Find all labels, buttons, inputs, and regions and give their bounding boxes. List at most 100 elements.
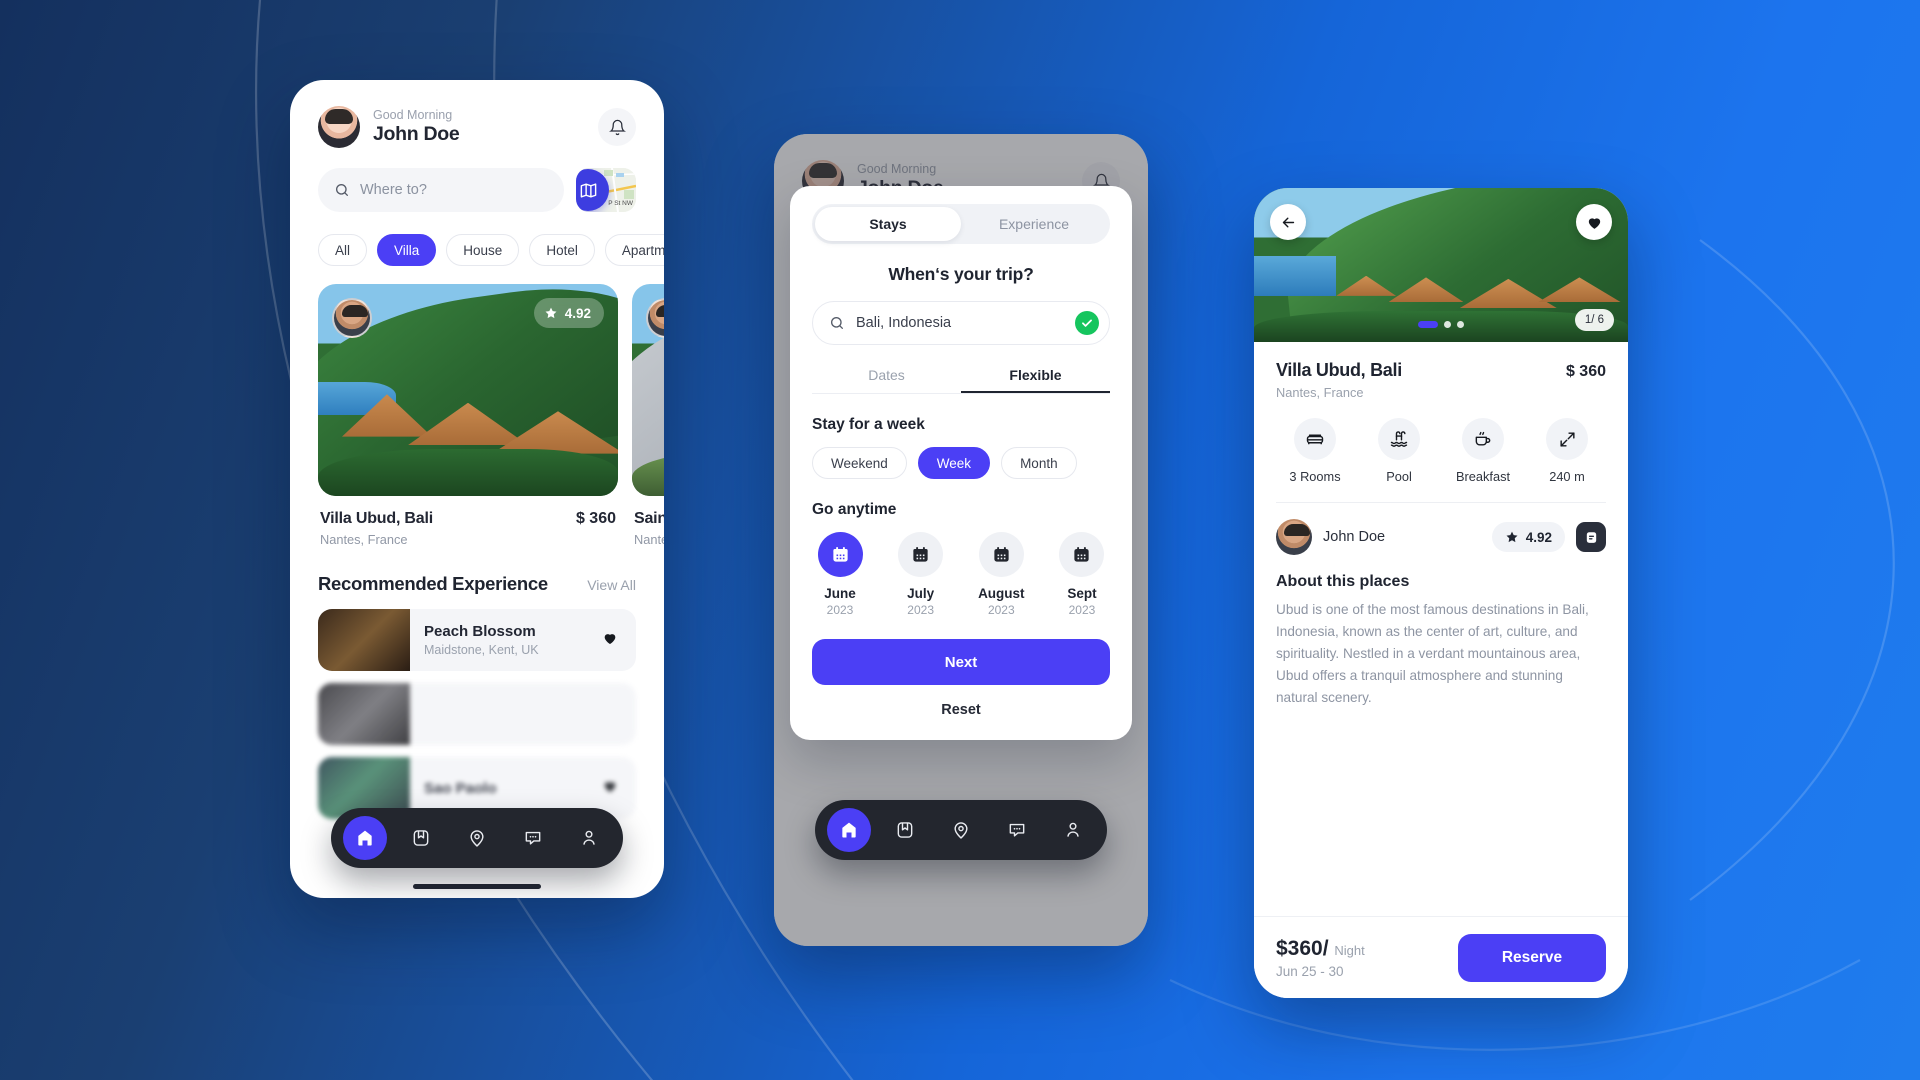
host-avatar[interactable] [332,298,372,338]
listing-carousel[interactable]: 4.92 Villa Ubud, Bali $ 360 Nantes, Fran… [290,266,664,547]
tab-bookmark[interactable] [399,816,443,860]
list-item[interactable] [318,683,636,745]
month-option-july[interactable]: July 2023 [893,532,949,617]
avatar[interactable] [318,106,360,148]
modal-segmented-control: Stays Experience [812,204,1110,244]
host-avatar[interactable] [646,298,664,338]
reserve-button[interactable]: Reserve [1458,933,1606,982]
destination-input[interactable]: Bali, Indonesia [812,301,1110,345]
chat-bubble-icon [525,831,541,845]
month-year: 2023 [987,603,1015,617]
favorite-button[interactable] [1576,204,1612,240]
list-item[interactable]: Peach Blossom Maidstone, Kent, UK [318,609,636,671]
next-button[interactable]: Next [812,639,1110,685]
amenity-breakfast[interactable]: Breakfast [1448,418,1518,484]
avatar[interactable] [1276,519,1312,555]
host-rating-value: 4.92 [1525,529,1552,545]
favorite-button[interactable] [602,778,618,799]
carousel-dot-active[interactable] [1418,321,1438,328]
month-option-august[interactable]: August 2023 [973,532,1029,617]
tab-profile[interactable] [567,816,611,860]
map-button[interactable]: P St NW [576,168,636,212]
tab-location[interactable] [939,808,983,852]
stay-option-month[interactable]: Month [1001,447,1077,479]
host-row: John Doe 4.92 [1276,503,1606,555]
listing-meta: Saint [632,496,664,528]
listing-meta: Villa Ubud, Bali $ 360 [318,496,618,528]
bottom-tabbar [815,800,1107,860]
amenity-pool[interactable]: Pool [1364,418,1434,484]
message-host-button[interactable] [1576,522,1606,552]
tab-dates[interactable]: Dates [812,367,961,393]
listing-card[interactable]: 4.92 Villa Ubud, Bali $ 360 Nantes, Fran… [318,284,618,547]
back-button[interactable] [1270,204,1306,240]
filter-chip-all[interactable]: All [318,234,368,266]
status-badge: 4.92 [1491,522,1565,552]
tab-chat[interactable] [511,816,555,860]
experience-thumbnail [318,683,410,745]
view-all-link[interactable]: View All [587,577,636,593]
month-name: July [907,586,935,601]
home-icon [842,822,856,838]
about-body: Ubud is one of the most famous destinati… [1276,602,1589,706]
check-circle-icon [1075,311,1099,335]
month-option-sept[interactable]: Sept 2023 [1054,532,1110,617]
tab-chat[interactable] [995,808,1039,852]
home-icon [358,830,372,846]
month-icon-wrap [1059,532,1105,577]
detail-title-row: Villa Ubud, Bali $ 360 [1276,342,1606,381]
tab-home[interactable] [343,816,387,860]
detail-hero-image[interactable]: 1/ 6 [1254,188,1628,342]
segment-experience[interactable]: Experience [961,207,1107,241]
filter-chips: All Villa House Hotel Apartment [290,212,664,266]
favorite-button[interactable] [602,630,618,651]
search-icon [336,184,348,196]
carousel-dots[interactable] [1418,321,1464,328]
filter-chip-hotel[interactable]: Hotel [529,234,595,266]
chat-bubble-icon [1009,823,1025,837]
host-name: John Doe [1323,529,1386,545]
bell-icon [608,119,626,135]
person-icon [583,830,595,845]
search-input[interactable]: Where to? [318,168,564,212]
amenity-label: Breakfast [1455,469,1511,484]
map-street-label: P St NW [608,200,633,207]
month-icon-wrap [898,532,944,577]
filter-chip-house[interactable]: House [446,234,520,266]
filter-chip-villa[interactable]: Villa [377,234,437,266]
star-icon [545,307,557,319]
segment-stays[interactable]: Stays [815,207,961,241]
amenity-area[interactable]: 240 m [1532,418,1602,484]
filter-chip-apartment[interactable]: Apartment [604,234,664,266]
map-icon [580,182,596,198]
tab-bookmark[interactable] [883,808,927,852]
carousel-dot[interactable] [1444,321,1451,328]
detail-screen-phone: 1/ 6 Villa Ubud, Bali $ 360 Nantes, Fran… [1254,188,1628,998]
carousel-dot[interactable] [1457,321,1464,328]
search-row: Where to? P St NW [290,148,664,212]
amenity-icon-wrap [1378,418,1420,460]
amenity-rooms[interactable]: 3 Rooms [1280,418,1350,484]
listing-location: Nantes [634,532,664,547]
month-year: 2023 [907,603,934,617]
page-title: Villa Ubud, Bali [1276,360,1402,380]
month-year: 2023 [826,603,854,617]
stay-option-weekend[interactable]: Weekend [812,447,907,479]
experience-name: Peach Blossom [424,623,536,640]
pool-icon [1390,431,1408,447]
reset-button[interactable]: Reset [812,685,1110,718]
tab-location[interactable] [455,816,499,860]
tab-home[interactable] [827,808,871,852]
carousel-counter: 1/ 6 [1574,309,1614,331]
star-icon [1506,531,1518,543]
notification-button[interactable] [598,108,636,146]
amenity-icon-wrap [1462,418,1504,460]
listing-card[interactable]: Saint Nantes [632,284,664,547]
amenity-icon-wrap [1546,418,1588,460]
detail-price: $ 360 [1565,363,1606,380]
tab-flexible[interactable]: Flexible [961,367,1110,393]
stay-option-week[interactable]: Week [917,447,991,479]
sea-shape [1254,255,1337,296]
month-option-june[interactable]: June 2023 [812,532,868,617]
tab-profile[interactable] [1051,808,1095,852]
